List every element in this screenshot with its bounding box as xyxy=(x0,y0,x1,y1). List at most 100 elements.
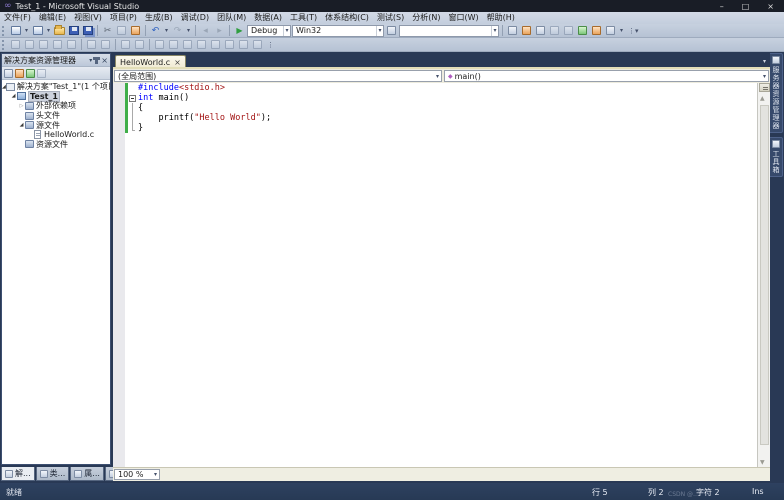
error-list-button[interactable] xyxy=(562,25,575,37)
split-editor-handle[interactable] xyxy=(759,83,770,92)
properties-icon[interactable] xyxy=(4,69,13,78)
autohide-tab-toolbox[interactable]: 工具箱 xyxy=(770,137,783,177)
menu-item[interactable]: 项目(P) xyxy=(106,12,141,24)
scroll-down-icon[interactable]: ▼ xyxy=(760,459,765,466)
toolbar-overflow-button[interactable]: ⋮▾ xyxy=(626,27,641,35)
editor-toolbar-button[interactable] xyxy=(167,39,180,51)
member-combo[interactable]: ◆ main() ▾ xyxy=(444,70,769,82)
object-browser-button[interactable] xyxy=(534,25,547,37)
panel-tab[interactable]: 类... xyxy=(36,467,70,481)
zoom-combo[interactable]: 100 % ▾ xyxy=(114,469,160,480)
folder-icon xyxy=(25,121,34,129)
refresh-icon[interactable] xyxy=(26,69,35,78)
toolbar-grip[interactable] xyxy=(2,40,6,50)
navigate-forward-button[interactable]: ▸ xyxy=(213,25,226,37)
menu-item[interactable]: 视图(V) xyxy=(70,12,106,24)
menu-item[interactable]: 窗口(W) xyxy=(444,12,482,24)
autohide-tab-server-explorer[interactable]: 服务器资源管理器 xyxy=(770,53,783,133)
team-explorer-button[interactable] xyxy=(576,25,589,37)
panel-tab[interactable]: 属... xyxy=(70,467,104,481)
editor-toolbar-button[interactable] xyxy=(209,39,222,51)
editor-toolbar-button[interactable] xyxy=(51,39,64,51)
vertical-scrollbar[interactable]: ▲ ▼ xyxy=(757,83,770,467)
scope-combo[interactable]: (全局范围) ▾ xyxy=(114,70,442,82)
show-all-files-icon[interactable] xyxy=(15,69,24,78)
editor-toolbar-button[interactable] xyxy=(23,39,36,51)
undo-button[interactable]: ↶ xyxy=(149,25,162,37)
menu-item[interactable]: 调试(D) xyxy=(177,12,213,24)
save-button[interactable] xyxy=(67,25,80,37)
solution-explorer-button[interactable] xyxy=(506,25,519,37)
editor-toolbar-button[interactable] xyxy=(99,39,112,51)
editor-toolbar-button[interactable] xyxy=(37,39,50,51)
find-combo[interactable]: ▾ xyxy=(399,25,499,37)
tree-item-[interactable]: ◢源文件 xyxy=(2,120,110,130)
document-list-dropdown-icon[interactable]: ▾ xyxy=(763,58,766,65)
editor-toolbar-button[interactable] xyxy=(251,39,264,51)
solution-explorer-titlebar[interactable]: 解决方案资源管理器 ▾ × xyxy=(2,54,110,67)
paste-button[interactable] xyxy=(129,25,142,37)
editor-toolbar-button[interactable] xyxy=(119,39,132,51)
menu-item[interactable]: 数据(A) xyxy=(250,12,286,24)
tree-item-[interactable]: 资源文件 xyxy=(2,140,110,150)
menu-item[interactable]: 文件(F) xyxy=(0,12,35,24)
editor-toolbar-button[interactable] xyxy=(65,39,78,51)
editor-toolbar-button[interactable] xyxy=(153,39,166,51)
editor-toolbar-button[interactable] xyxy=(9,39,22,51)
editor-toolbar-button[interactable] xyxy=(133,39,146,51)
copy-button[interactable] xyxy=(115,25,128,37)
menu-item[interactable]: 帮助(H) xyxy=(483,12,519,24)
tree-expand-icon[interactable]: ◢ xyxy=(18,122,25,128)
auto-hide-pin-icon[interactable] xyxy=(95,57,98,64)
redo-dropdown[interactable]: ▾ xyxy=(185,27,192,34)
restore-button[interactable]: □ xyxy=(742,2,750,11)
open-file-button[interactable] xyxy=(53,25,66,37)
editor-toolbar-button[interactable] xyxy=(237,39,250,51)
start-debugging-button[interactable]: ▶ xyxy=(233,25,246,37)
scrollbar-thumb[interactable] xyxy=(760,105,769,445)
view-class-diagram-icon[interactable] xyxy=(37,69,46,78)
extensions-button[interactable] xyxy=(604,25,617,37)
menu-item[interactable]: 编辑(E) xyxy=(35,12,70,24)
close-button[interactable]: × xyxy=(767,2,774,11)
panel-tab[interactable]: 解... xyxy=(1,467,35,481)
tree-expand-icon[interactable]: ◢ xyxy=(10,93,17,99)
menu-item[interactable]: 测试(S) xyxy=(373,12,408,24)
add-item-button[interactable] xyxy=(31,25,44,37)
new-project-button[interactable] xyxy=(9,25,22,37)
menu-item[interactable]: 体系结构(C) xyxy=(321,12,373,24)
class-view-button[interactable] xyxy=(590,25,603,37)
horizontal-scrollbar[interactable] xyxy=(160,469,769,480)
minimize-button[interactable]: – xyxy=(720,2,724,11)
editor-toolbar-button[interactable] xyxy=(195,39,208,51)
tree-expand-icon[interactable]: ▷ xyxy=(18,103,25,109)
solution-platforms-combo[interactable]: Win32 ▾ xyxy=(292,25,384,37)
find-in-files-button[interactable] xyxy=(385,25,398,37)
new-project-dropdown[interactable]: ▾ xyxy=(23,27,30,34)
toolbar-grip[interactable] xyxy=(2,26,6,36)
menu-item[interactable]: 分析(N) xyxy=(408,12,444,24)
close-panel-icon[interactable]: × xyxy=(101,56,108,65)
undo-dropdown[interactable]: ▾ xyxy=(163,27,170,34)
collapse-region-icon[interactable] xyxy=(129,95,136,102)
extensions-dropdown[interactable]: ▾ xyxy=(618,27,625,34)
solution-configurations-combo[interactable]: Debug ▾ xyxy=(247,25,291,37)
editor-toolbar-button[interactable] xyxy=(223,39,236,51)
menu-item[interactable]: 生成(B) xyxy=(141,12,177,24)
add-item-dropdown[interactable]: ▾ xyxy=(45,27,52,34)
properties-window-button[interactable] xyxy=(520,25,533,37)
toolbar-overflow-button[interactable]: ⋮ xyxy=(265,41,276,49)
save-all-button[interactable] xyxy=(81,25,94,37)
menu-item[interactable]: 工具(T) xyxy=(286,12,321,24)
code-editor[interactable]: #include<stdio.h>int main(){ printf("Hel… xyxy=(113,83,757,467)
redo-button[interactable]: ↷ xyxy=(171,25,184,37)
close-tab-icon[interactable]: × xyxy=(174,58,181,67)
toolbox-button[interactable] xyxy=(548,25,561,37)
window-position-icon[interactable]: ▾ xyxy=(89,57,92,64)
navigate-back-button[interactable]: ◂ xyxy=(199,25,212,37)
editor-toolbar-button[interactable] xyxy=(181,39,194,51)
scroll-up-icon[interactable]: ▲ xyxy=(760,95,765,102)
editor-toolbar-button[interactable] xyxy=(85,39,98,51)
menu-item[interactable]: 团队(M) xyxy=(213,12,250,24)
cut-button[interactable]: ✂ xyxy=(101,25,114,37)
